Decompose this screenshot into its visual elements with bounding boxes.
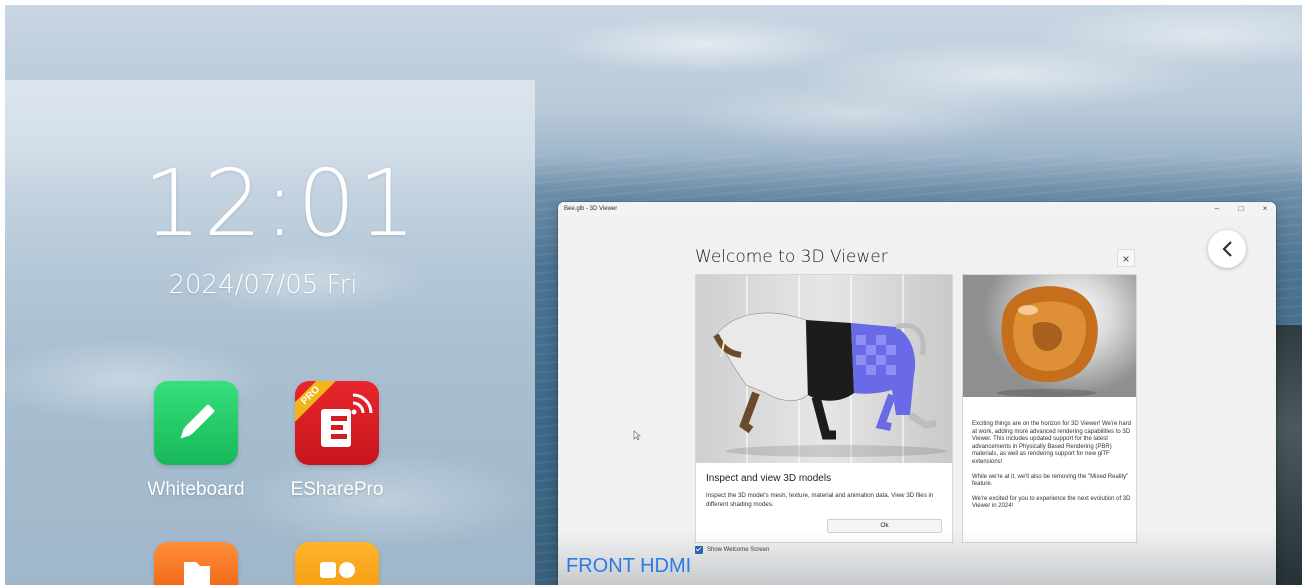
amber-stone-icon	[997, 286, 1098, 397]
eshare-icon	[321, 393, 373, 447]
app-label-whiteboard: Whiteboard	[147, 479, 245, 500]
window-controls: – □ ×	[1212, 202, 1270, 216]
clock-time: 12:01	[143, 150, 419, 257]
viewer-window: Bee.glb - 3D Viewer – □ × Welcome to 3D …	[558, 202, 1276, 585]
app-orange[interactable]	[295, 542, 379, 585]
intro-card-description: Inspect the 3D model's mesh, texture, ma…	[706, 492, 934, 508]
window-close-button[interactable]: ×	[1260, 202, 1270, 216]
news-paragraph: While we're at it, we'll also be removin…	[972, 473, 1129, 488]
show-welcome-label: Show Welcome Screen	[707, 547, 770, 553]
show-welcome-toggle[interactable]: Show Welcome Screen	[695, 546, 769, 554]
intro-card-heading: Inspect and view 3D models	[706, 473, 832, 484]
input-source-label: FRONT HDMI	[566, 555, 692, 577]
clock-date: 2024/07/05 Fri	[168, 270, 358, 300]
sabertooth-model-image	[696, 275, 952, 463]
window-title: Bee.glb - 3D Viewer	[564, 206, 618, 212]
app-files[interactable]	[154, 542, 238, 585]
app-icon	[320, 562, 355, 578]
intro-card: Inspect and view 3D models Inspect the 3…	[695, 274, 953, 543]
back-button[interactable]	[1208, 230, 1246, 268]
news-paragraph: We're excited for you to experience the …	[972, 495, 1131, 510]
maximize-button[interactable]: □	[1236, 202, 1246, 216]
app-whiteboard[interactable]: Whiteboard	[146, 381, 246, 501]
whiteboard-tile[interactable]	[154, 381, 238, 465]
coast-rocks	[1272, 325, 1302, 585]
esharepro-tile[interactable]: PRO	[295, 381, 379, 465]
amber-model-image	[963, 275, 1136, 397]
chevron-left-icon	[1222, 241, 1232, 257]
news-card: Exciting things are on the horizon for 3…	[962, 274, 1137, 543]
dialog-title: Welcome to 3D Viewer	[695, 247, 888, 267]
viewer-titlebar[interactable]: Bee.glb - 3D Viewer – □ ×	[558, 202, 1276, 216]
mouse-cursor-icon	[633, 430, 641, 441]
show-welcome-checkbox[interactable]	[695, 546, 703, 554]
news-paragraph: Exciting things are on the horizon for 3…	[972, 421, 1132, 465]
dialog-close-button[interactable]: ×	[1117, 249, 1135, 267]
app-label-esharepro: ESharePro	[290, 479, 384, 500]
news-text: Exciting things are on the horizon for 3…	[972, 421, 1132, 518]
ok-button[interactable]: Ok	[827, 519, 942, 533]
minimize-button[interactable]: –	[1212, 202, 1222, 216]
sabertooth-icon	[713, 312, 946, 457]
app-esharepro[interactable]: PRO ESharePro	[287, 381, 387, 501]
folder-icon	[184, 562, 210, 585]
pencil-icon	[180, 404, 215, 439]
